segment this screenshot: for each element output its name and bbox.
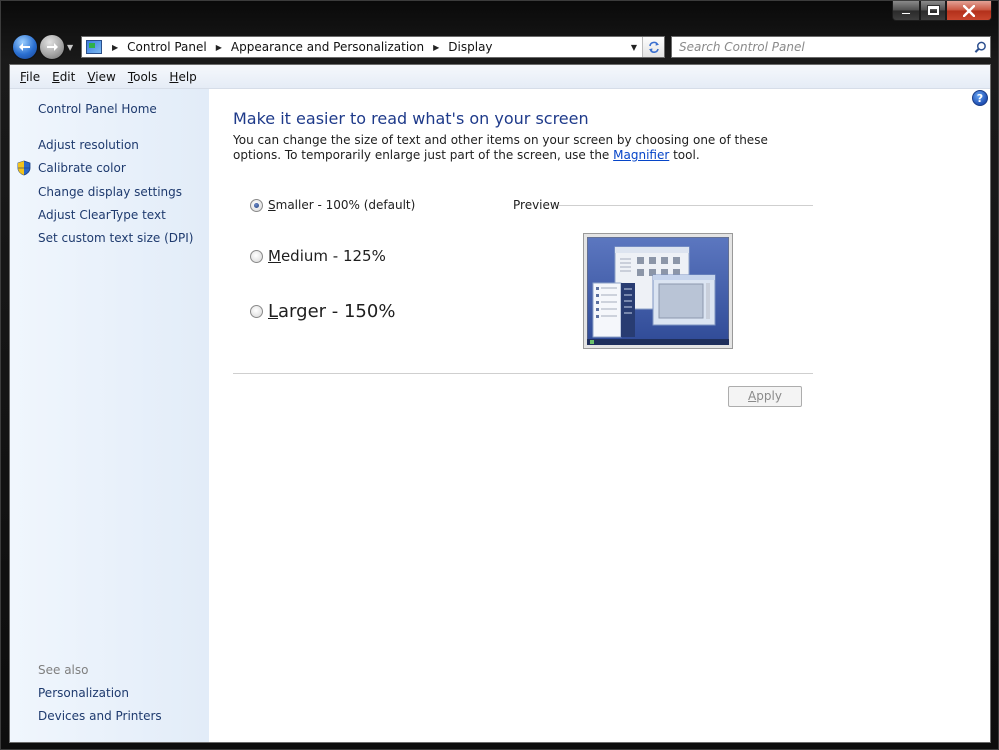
adjust-resolution-link[interactable]: Adjust resolution — [38, 138, 139, 152]
preview-image — [583, 233, 733, 349]
caption-buttons — [892, 1, 992, 21]
option-larger-label: Larger - 150% — [268, 301, 396, 322]
magnifier-link[interactable]: Magnifier — [613, 148, 669, 162]
breadcrumb-separator-icon[interactable]: ▶ — [112, 43, 118, 52]
option-medium-label: Medium - 125% — [268, 247, 386, 265]
content-separator — [233, 373, 813, 374]
page-title: Make it easier to read what's on your sc… — [233, 109, 589, 128]
option-smaller[interactable]: Smaller - 100% (default) — [250, 198, 415, 212]
back-button[interactable] — [12, 34, 38, 60]
menu-file[interactable]: File — [14, 66, 46, 88]
breadcrumb-separator-icon[interactable]: ▶ — [216, 43, 222, 52]
task-pane: Control Panel Home Adjust resolution Cal… — [10, 89, 209, 742]
refresh-icon — [648, 41, 659, 53]
recent-pages-dropdown[interactable]: ▼ — [67, 43, 73, 52]
client-area: File Edit View Tools Help Control Panel … — [9, 64, 991, 743]
minimize-button[interactable] — [892, 1, 920, 21]
menu-bar: File Edit View Tools Help — [10, 65, 990, 89]
search-box — [671, 36, 991, 58]
minimize-icon — [901, 12, 911, 15]
breadcrumb-control-panel[interactable]: Control Panel — [127, 40, 207, 54]
close-button[interactable] — [946, 1, 992, 21]
forward-arrow-icon — [47, 43, 58, 51]
refresh-button[interactable] — [642, 37, 664, 57]
apply-button[interactable]: Apply — [728, 386, 802, 407]
breadcrumb-separator-icon[interactable]: ▶ — [433, 43, 439, 52]
menu-help[interactable]: Help — [163, 66, 202, 88]
address-history-dropdown[interactable]: ▼ — [626, 43, 642, 52]
menu-view[interactable]: View — [81, 66, 121, 88]
preview-desktop-illustration — [586, 236, 730, 346]
change-display-settings-link[interactable]: Change display settings — [38, 185, 182, 199]
display-window: ▼ ▶ Control Panel ▶ Appearance and Perso… — [0, 0, 999, 750]
search-input[interactable] — [679, 40, 970, 54]
adjust-cleartype-link[interactable]: Adjust ClearType text — [38, 208, 166, 222]
control-panel-home-link[interactable]: Control Panel Home — [38, 102, 157, 116]
radio-medium[interactable] — [250, 249, 263, 263]
maximize-button[interactable] — [920, 1, 946, 21]
help-icon[interactable]: ? — [972, 90, 988, 106]
menu-tools[interactable]: Tools — [122, 66, 164, 88]
navigation-bar: ▼ ▶ Control Panel ▶ Appearance and Perso… — [9, 33, 991, 61]
radio-smaller[interactable] — [250, 198, 263, 212]
uac-shield-icon — [17, 160, 31, 176]
option-smaller-label: Smaller - 100% (default) — [268, 198, 416, 212]
back-arrow-icon — [19, 43, 30, 51]
calibrate-color-link[interactable]: Calibrate color — [38, 161, 126, 175]
personalization-link[interactable]: Personalization — [38, 686, 129, 700]
menu-edit[interactable]: Edit — [46, 66, 81, 88]
preview-divider — [559, 205, 813, 206]
devices-and-printers-link[interactable]: Devices and Printers — [38, 709, 162, 723]
preview-label: Preview — [513, 198, 560, 212]
option-medium[interactable]: Medium - 125% — [250, 247, 386, 265]
main-content: ? Make it easier to read what's on your … — [209, 89, 990, 742]
page-description: You can change the size of text and othe… — [233, 133, 768, 162]
forward-button[interactable] — [39, 34, 65, 60]
control-panel-icon — [86, 40, 102, 54]
search-icon[interactable] — [970, 41, 990, 54]
see-also-heading: See also — [38, 663, 89, 677]
option-larger[interactable]: Larger - 150% — [250, 301, 395, 322]
radio-larger[interactable] — [250, 305, 263, 318]
address-bar[interactable]: ▶ Control Panel ▶ Appearance and Persona… — [81, 36, 665, 58]
breadcrumb-display[interactable]: Display — [448, 40, 492, 54]
close-icon — [963, 4, 975, 17]
set-custom-text-size-link[interactable]: Set custom text size (DPI) — [38, 231, 193, 245]
breadcrumb-appearance-and-personalization[interactable]: Appearance and Personalization — [231, 40, 424, 54]
maximize-icon — [926, 5, 940, 16]
